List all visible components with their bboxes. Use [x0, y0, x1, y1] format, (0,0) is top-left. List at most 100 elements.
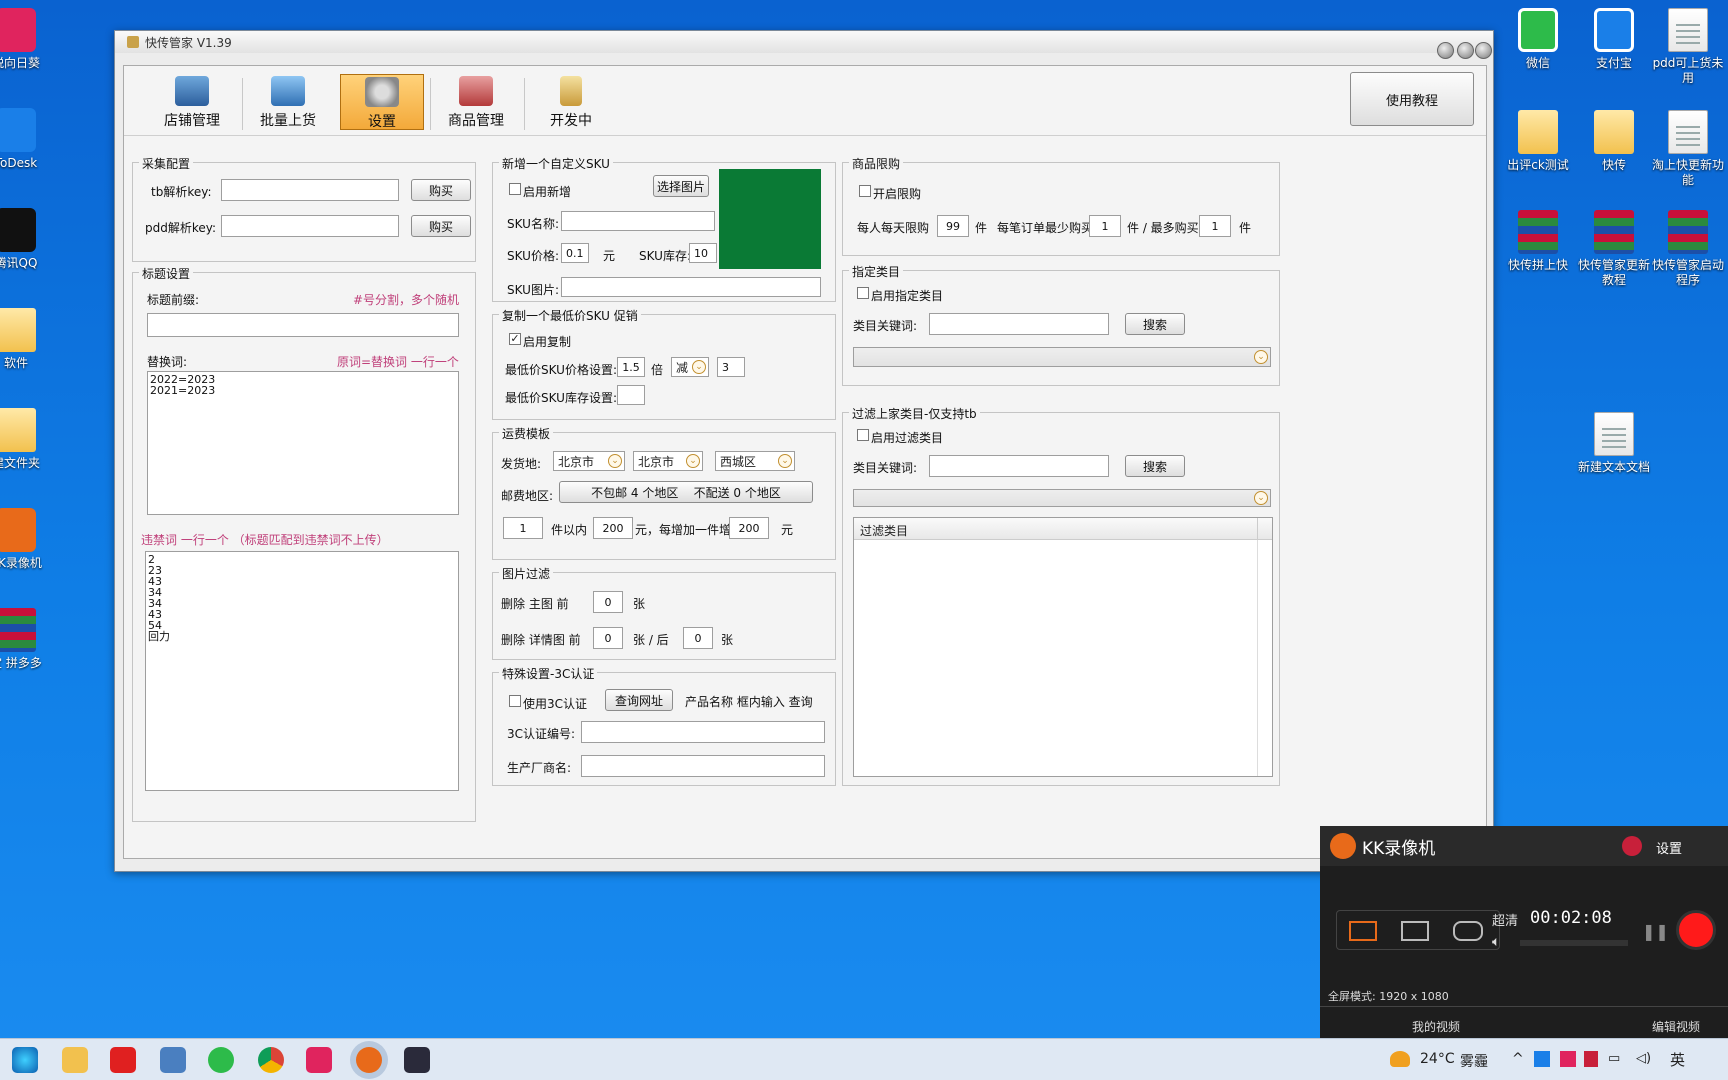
desktop-icon[interactable]: KK录像机: [0, 508, 56, 571]
fullscreen-mode-icon[interactable]: [1349, 921, 1377, 941]
sku-image-input[interactable]: [561, 277, 821, 297]
prefix-input[interactable]: [147, 313, 459, 337]
desktop-icon[interactable]: 腾讯QQ: [0, 208, 56, 271]
desktop-icon[interactable]: 锐向日葵: [0, 8, 56, 71]
desktop-icon[interactable]: 新建文本文档: [1574, 412, 1654, 475]
sunflower-icon[interactable]: [306, 1047, 332, 1073]
desktop-icon[interactable]: 快传拼上快: [1498, 210, 1578, 273]
weather-description[interactable]: 雾霾: [1460, 1051, 1488, 1071]
kk-settings-link[interactable]: 设置: [1656, 838, 1682, 857]
chevron-up-icon[interactable]: ^: [1512, 1051, 1524, 1067]
select-image-button[interactable]: 选择图片: [653, 175, 709, 197]
weather-temperature[interactable]: 24°C: [1420, 1051, 1455, 1067]
operation-select[interactable]: 减 ⌄: [671, 357, 709, 377]
tutorial-button[interactable]: 使用教程: [1350, 72, 1474, 126]
tb-buy-button[interactable]: 购买: [411, 179, 471, 201]
max-purchase-input[interactable]: 1: [1199, 215, 1231, 237]
pdd-buy-button[interactable]: 购买: [411, 215, 471, 237]
desktop-icon[interactable]: 快传: [1574, 110, 1654, 173]
sku-name-input[interactable]: [561, 211, 715, 231]
quality-label[interactable]: 超清: [1492, 910, 1518, 929]
tab-batch-upload[interactable]: 批量上货: [246, 74, 330, 130]
filter-keyword-input[interactable]: [929, 455, 1109, 477]
record-button[interactable]: [1676, 910, 1716, 950]
replace-textarea[interactable]: 2022=2023 2021=2023: [147, 371, 459, 515]
qty-input[interactable]: 1: [503, 517, 543, 539]
city-select[interactable]: 北京市 ⌄: [633, 451, 703, 471]
category-select[interactable]: ⌄: [853, 347, 1271, 367]
desktop-icon[interactable]: 快传管家更新教程: [1574, 210, 1654, 288]
category-search-button[interactable]: 搜索: [1125, 313, 1185, 335]
network-icon[interactable]: ▭: [1608, 1051, 1620, 1066]
gamepad-icon[interactable]: [1453, 921, 1483, 941]
add-price-input[interactable]: 200: [729, 517, 769, 539]
volume-icon[interactable]: 🔈︎: [1492, 934, 1500, 950]
ks-app-icon[interactable]: [404, 1047, 430, 1073]
my-videos-button[interactable]: 我的视频: [1412, 1018, 1460, 1035]
desktop-icon[interactable]: 淘上快更新功能: [1648, 110, 1728, 188]
close-button[interactable]: [1475, 42, 1492, 59]
kk-recorder-taskbar-icon[interactable]: [356, 1047, 382, 1073]
pause-icon[interactable]: ❚❚: [1642, 922, 1669, 941]
desktop-icon[interactable]: ToDesk: [0, 108, 56, 171]
tb-key-input[interactable]: [221, 179, 399, 201]
maximize-button[interactable]: [1457, 42, 1474, 59]
tray-kk-icon[interactable]: [1584, 1051, 1598, 1067]
tray-sunflower-icon[interactable]: [1560, 1051, 1576, 1067]
sku-price-input[interactable]: 0.1: [561, 243, 589, 263]
edge-icon[interactable]: [12, 1047, 38, 1073]
custom-sku-checkbox[interactable]: [509, 183, 521, 195]
district-select[interactable]: 西城区 ⌄: [715, 451, 795, 471]
main-image-input[interactable]: 0: [593, 591, 623, 613]
province-select[interactable]: 北京市 ⌄: [553, 451, 625, 471]
manufacturer-input[interactable]: [581, 755, 825, 777]
pdd-key-input[interactable]: [221, 215, 399, 237]
sku-stock-input[interactable]: 10: [689, 243, 717, 263]
desktop-icon[interactable]: 软件: [0, 308, 56, 371]
volume-slider[interactable]: [1520, 940, 1628, 946]
base-price-input[interactable]: 200: [593, 517, 633, 539]
ime-indicator[interactable]: 英: [1670, 1049, 1685, 1070]
tab-store-management[interactable]: 店铺管理: [150, 74, 234, 130]
filter-search-button[interactable]: 搜索: [1125, 455, 1185, 477]
cert-number-input[interactable]: [581, 721, 825, 743]
chrome-icon[interactable]: [258, 1047, 284, 1073]
limit-checkbox[interactable]: [859, 185, 871, 197]
banned-words-textarea[interactable]: 2 23 43 34 34 43 54 回力: [145, 551, 459, 791]
filter-category-select[interactable]: ⌄: [853, 489, 1271, 507]
desktop-icon[interactable]: 微信: [1498, 8, 1578, 71]
tray-todesk-icon[interactable]: [1534, 1051, 1550, 1067]
detail-back-input[interactable]: 0: [683, 627, 713, 649]
table-header-filter-category[interactable]: 过滤类目: [854, 518, 1258, 539]
min-purchase-input[interactable]: 1: [1089, 215, 1121, 237]
query-url-button[interactable]: 查询网址: [605, 689, 673, 711]
filter-category-table[interactable]: 过滤类目: [853, 517, 1273, 777]
desktop-icon[interactable]: 建文件夹: [0, 408, 56, 471]
category-checkbox[interactable]: [857, 287, 869, 299]
detail-front-input[interactable]: 0: [593, 627, 623, 649]
3c-checkbox[interactable]: [509, 695, 521, 707]
category-keyword-input[interactable]: [929, 313, 1109, 335]
multiplier-input[interactable]: 1.5: [617, 357, 645, 377]
tab-in-development[interactable]: 开发中: [529, 74, 613, 130]
edit-video-button[interactable]: 编辑视频: [1652, 1018, 1700, 1035]
minimize-button[interactable]: [1437, 42, 1454, 59]
title-bar[interactable]: 快传管家 V1.39: [115, 31, 1493, 53]
desktop-icon[interactable]: pdd可上货未用: [1648, 8, 1728, 86]
desktop-icon[interactable]: 快传管家启动程序: [1648, 210, 1728, 288]
avatar[interactable]: [1622, 836, 1642, 856]
desktop-icon[interactable]: 出评ck测试: [1498, 110, 1578, 173]
tab-product-management[interactable]: 商品管理: [434, 74, 518, 130]
lowest-stock-input[interactable]: [617, 385, 645, 405]
operation-value-input[interactable]: 3: [717, 357, 745, 377]
daily-limit-input[interactable]: 99: [937, 215, 969, 237]
network-app-icon[interactable]: [160, 1047, 186, 1073]
wechat-icon[interactable]: [208, 1047, 234, 1073]
file-explorer-icon[interactable]: [62, 1047, 88, 1073]
speaker-icon[interactable]: ◁): [1636, 1051, 1651, 1066]
copy-sku-checkbox[interactable]: ✓: [509, 333, 521, 345]
desktop-icon[interactable]: 宝 拼多多: [0, 608, 56, 671]
desktop-icon[interactable]: 支付宝: [1574, 8, 1654, 71]
tab-settings[interactable]: 设置: [340, 74, 424, 130]
wps-icon[interactable]: [110, 1047, 136, 1073]
